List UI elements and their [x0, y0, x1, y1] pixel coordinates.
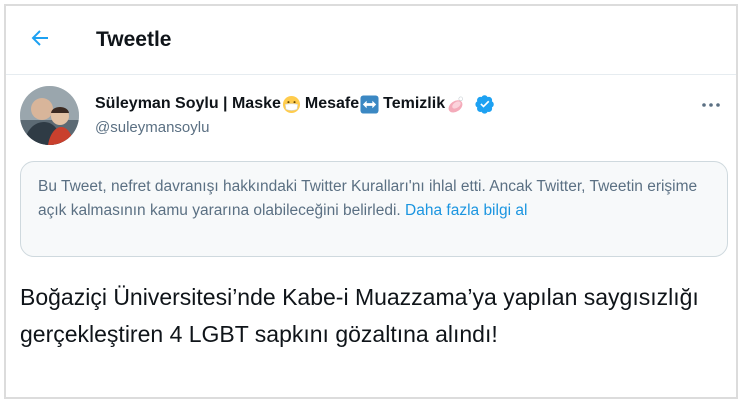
author-name-part2: Mesafe	[304, 95, 360, 112]
author-name[interactable]: Süleyman Soylu | Maske Mesafe Temizlik	[95, 92, 495, 116]
more-options-button[interactable]	[696, 92, 726, 116]
more-dots-icon	[701, 95, 721, 113]
arrow-left-icon	[28, 26, 52, 55]
back-button[interactable]	[22, 22, 58, 58]
soap-icon	[446, 95, 465, 114]
page-title: Tweetle	[96, 28, 172, 51]
verified-badge-icon	[475, 94, 495, 114]
learn-more-link[interactable]: Daha fazla bilgi al	[405, 202, 527, 219]
public-interest-notice: Bu Tweet, nefret davranışı hakkındaki Tw…	[20, 161, 728, 257]
face-with-medical-mask-icon	[282, 95, 301, 114]
notice-text: Bu Tweet, nefret davranışı hakkındaki Tw…	[38, 178, 698, 219]
author-name-part3: Temizlik	[383, 95, 446, 112]
tweet-text: Boğaziçi Üniversitesi’nde Kabe-i Muazzam…	[20, 284, 699, 347]
author-handle[interactable]: @suleymansoylu	[95, 118, 209, 138]
author-name-part1: Süleyman Soylu | Maske	[95, 95, 281, 112]
tweet-page: Tweetle Süleyman Soylu | Maske Mesafe Te…	[4, 4, 738, 399]
header-bar: Tweetle	[6, 6, 736, 75]
left-right-arrow-icon	[360, 94, 379, 114]
avatar[interactable]	[20, 86, 79, 145]
